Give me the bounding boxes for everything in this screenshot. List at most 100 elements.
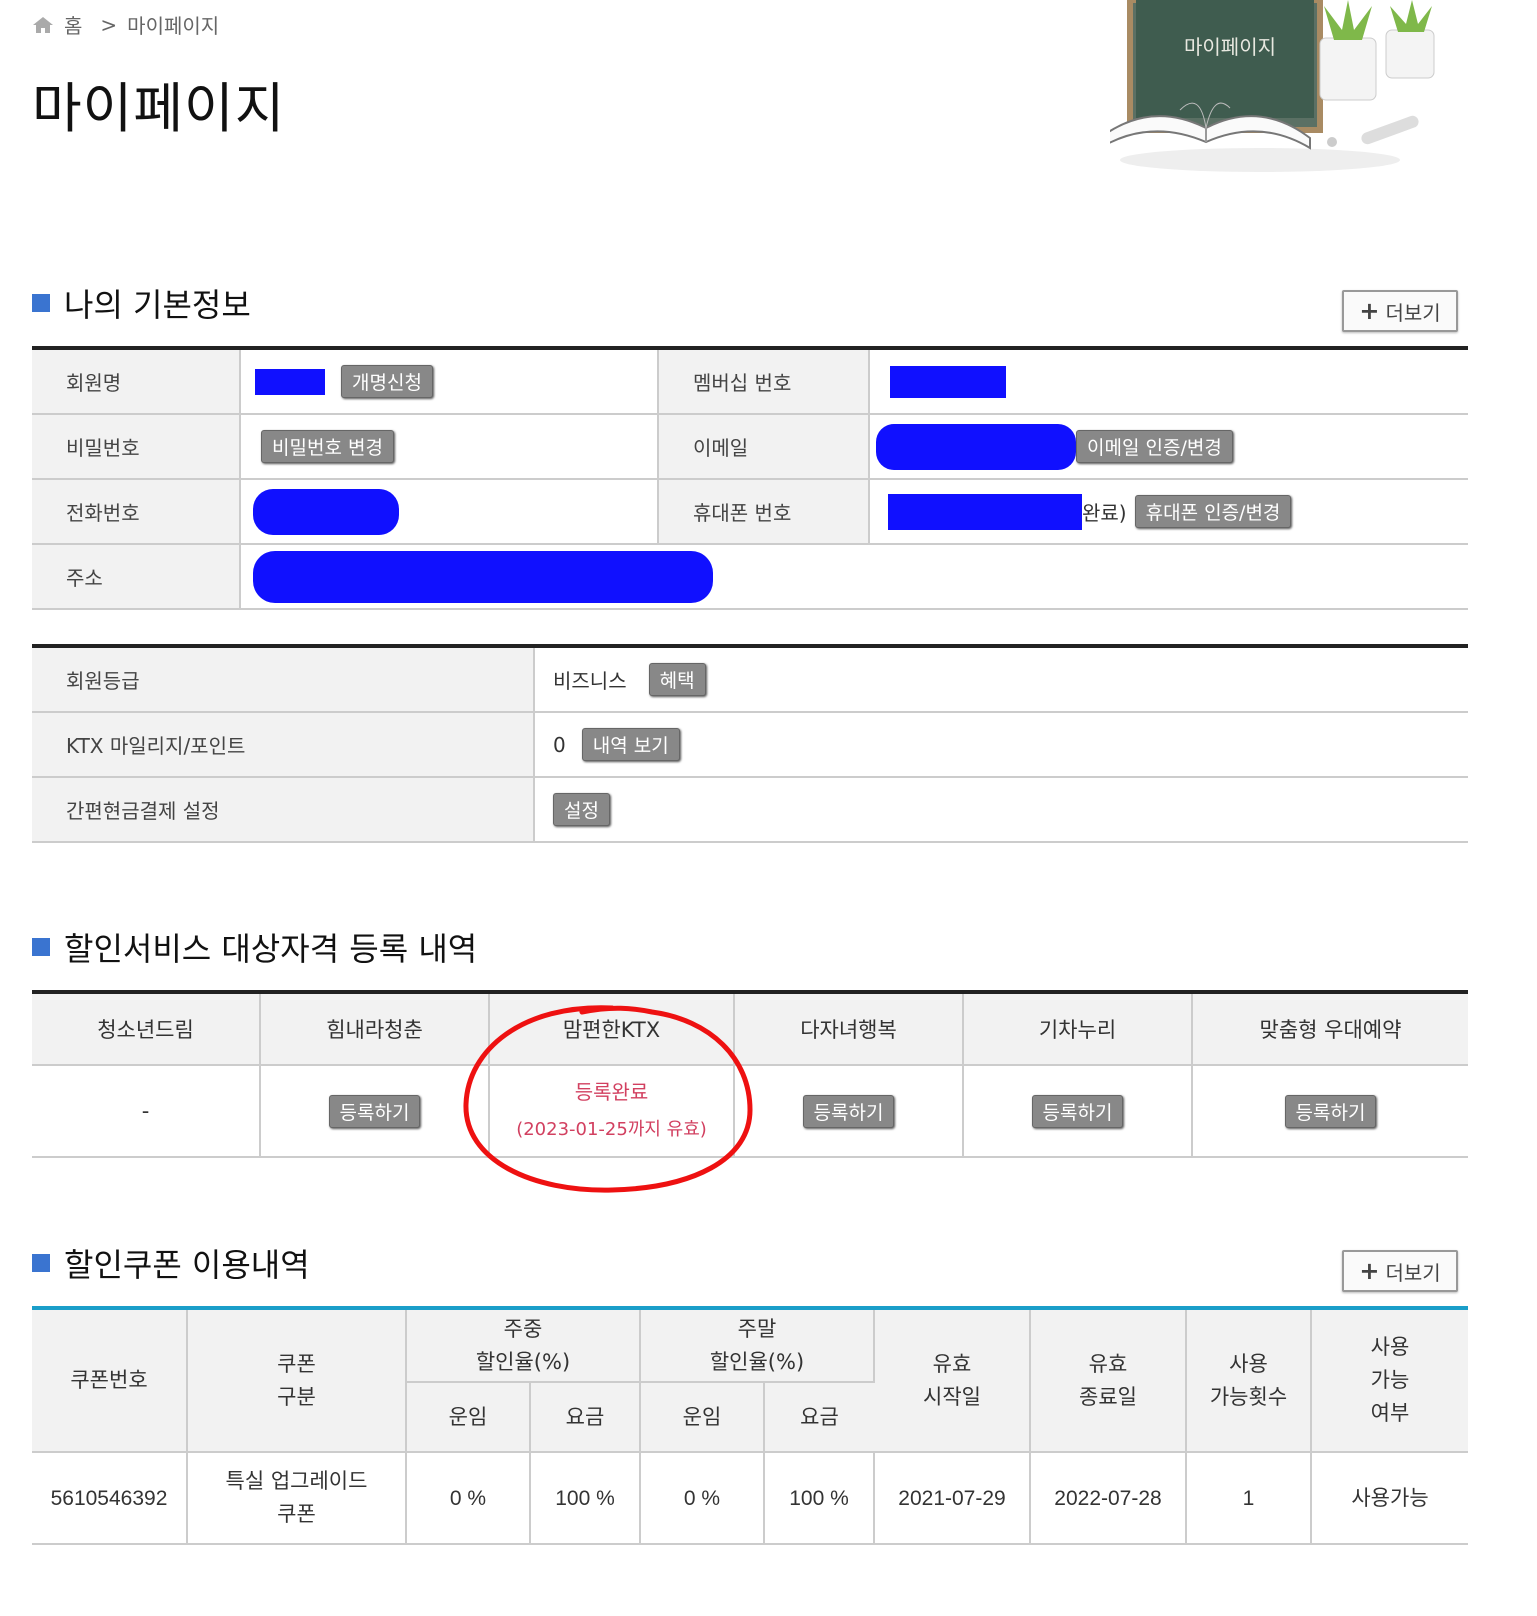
coupon-number: 5610546392 [32,1452,188,1545]
header-train-nuri: 기차누리 [964,994,1193,1064]
train-nuri-cell: 등록하기 [964,1066,1193,1156]
basic-info-table: 회원명 개명신청 멤버십 번호 비밀번호 비밀번호 변경 이메일 이메일 인증/… [32,346,1468,610]
mileage-label: KTX 마일리지/포인트 [32,713,535,776]
header-valid-end: 유효 종료일 [1030,1308,1187,1453]
password-label: 비밀번호 [32,415,241,478]
cash-value-cell: 설정 [535,778,1468,841]
header-coupon-type: 쿠폰 구분 [187,1308,407,1453]
breadcrumb: 홈 > 마이페이지 [32,10,219,39]
register-custom-reservation-button[interactable]: 등록하기 [1284,1094,1377,1128]
redacted-membership [890,365,1006,398]
table-row: 회원등급 비즈니스 혜택 [32,648,1468,713]
more-label: 더보기 [1385,1260,1441,1285]
header-coupon-number: 쿠폰번호 [32,1308,188,1453]
mobile-value: 완료) 휴대폰 인증/변경 [870,480,1468,543]
mileage-value: 0 [553,732,566,757]
header-weekday-rate: 주중 할인율(%) [406,1308,641,1383]
header-custom-reservation: 맞춤형 우대예약 [1259,1018,1402,1042]
basic-info-more-button[interactable]: + 더보기 [1342,290,1458,332]
breadcrumb-separator: > [100,12,118,37]
redacted-mobile [888,493,1082,530]
grade-table: 회원등급 비즈니스 혜택 KTX 마일리지/포인트 0 내역 보기 간편현금결제… [32,644,1468,843]
hero-board-text: 마이페이지 [1184,35,1276,59]
section-bullet-icon [32,938,50,956]
benefit-button[interactable]: 혜택 [648,663,706,696]
header-weekend-charge: 요금 [764,1382,874,1453]
discount-title-text: 할인서비스 대상자격 등록 내역 [64,930,478,968]
table-row: 회원명 개명신청 멤버십 번호 [32,350,1468,415]
table-row: 비밀번호 비밀번호 변경 이메일 이메일 인증/변경 [32,415,1468,480]
header-weekday-fare: 운임 [406,1382,531,1453]
change-password-button[interactable]: 비밀번호 변경 [261,430,394,463]
custom-reservation-cell: 등록하기 [1193,1066,1468,1156]
grade-value-cell: 비즈니스 혜택 [535,648,1468,711]
header-cheer-youth: 힘내라청춘 [261,994,490,1064]
cheer-youth-cell: 등록하기 [261,1066,490,1156]
password-value: 비밀번호 변경 [241,415,659,478]
mobile-verify-button[interactable]: 휴대폰 인증/변경 [1134,495,1292,528]
email-verify-button[interactable]: 이메일 인증/변경 [1076,430,1233,463]
table-row: 전화번호 휴대폰 번호 완료) 휴대폰 인증/변경 [32,480,1468,545]
register-train-nuri-button[interactable]: 등록하기 [1031,1094,1124,1128]
plus-icon: + [1359,1257,1380,1285]
coupon-title: 할인쿠폰 이용내역 [32,1240,310,1286]
section-bullet-icon [32,1254,50,1272]
address-value [241,545,1468,608]
header-weekend-fare: 운임 [640,1382,765,1453]
cash-settings-button[interactable]: 설정 [553,793,610,826]
name-value: 개명신청 [241,350,659,413]
basic-info-title: 나의 기본정보 [32,280,251,326]
cash-label: 간편현금결제 설정 [32,778,535,841]
membership-label: 멤버십 번호 [659,350,870,413]
weekday-fare: 0 % [406,1452,531,1545]
hero-illustration: 마이페이지 [1099,0,1490,180]
annotation-circle [463,1005,753,1193]
email-label: 이메일 [659,415,870,478]
mobile-verified-suffix: 완료) [1082,501,1127,525]
phone-value [241,480,659,543]
basic-info-title-text: 나의 기본정보 [64,286,251,324]
redacted-email [876,423,1076,470]
youth-value: - [32,1066,261,1156]
breadcrumb-current: 마이페이지 [127,14,220,38]
table-row: 주소 [32,545,1468,610]
home-icon[interactable] [32,16,54,34]
weekday-charge: 100 % [530,1452,641,1545]
register-multi-child-button[interactable]: 등록하기 [802,1094,895,1128]
table-row: 5610546392 특실 업그레이드 쿠폰 0 % 100 % 0 % 100 … [32,1452,1468,1545]
plus-icon: + [1359,297,1380,325]
redacted-name [255,368,325,395]
membership-value [870,350,1468,413]
usable-count: 1 [1186,1452,1312,1545]
phone-label: 전화번호 [32,480,241,543]
header-valid-start: 유효 시작일 [874,1308,1031,1453]
mileage-history-button[interactable]: 내역 보기 [581,728,680,761]
valid-end: 2022-07-28 [1030,1452,1187,1545]
more-label: 더보기 [1385,300,1441,325]
multi-child-cell: 등록하기 [735,1066,964,1156]
table-row: 간편현금결제 설정 설정 [32,778,1468,843]
coupon-more-button[interactable]: + 더보기 [1342,1250,1458,1292]
address-label: 주소 [32,545,241,608]
mileage-value-cell: 0 내역 보기 [535,713,1468,776]
rename-button[interactable]: 개명신청 [341,365,433,398]
header-multi-child: 다자녀행복 [735,994,964,1064]
breadcrumb-home[interactable]: 홈 [64,10,82,39]
valid-start: 2021-07-29 [874,1452,1031,1545]
section-bullet-icon [32,294,50,312]
header-weekday-charge: 요금 [530,1382,641,1453]
coupon-header-row: 쿠폰번호 쿠폰 구분 주중 할인율(%) 주말 할인율(%) 유효 시작일 유효 종료일 … [32,1308,1468,1453]
header-weekend-rate: 주말 할인율(%) [640,1308,875,1383]
table-row: KTX 마일리지/포인트 0 내역 보기 [32,713,1468,778]
mobile-label: 휴대폰 번호 [659,480,870,543]
page-title: 마이페이지 [32,77,286,140]
redacted-address [253,550,713,603]
name-label: 회원명 [32,350,241,413]
coupon-title-text: 할인쿠폰 이용내역 [64,1246,310,1284]
register-cheer-youth-button[interactable]: 등록하기 [328,1094,421,1128]
coupon-table: 쿠폰번호 쿠폰 구분 주중 할인율(%) 주말 할인율(%) 유효 시작일 유효 종료일 … [32,1306,1468,1545]
discount-title: 할인서비스 대상자격 등록 내역 [32,924,477,970]
header-usable-count: 사용 가능횟수 [1186,1308,1312,1453]
grade-label: 회원등급 [32,648,535,711]
header-youth: 청소년드림 [32,994,261,1064]
